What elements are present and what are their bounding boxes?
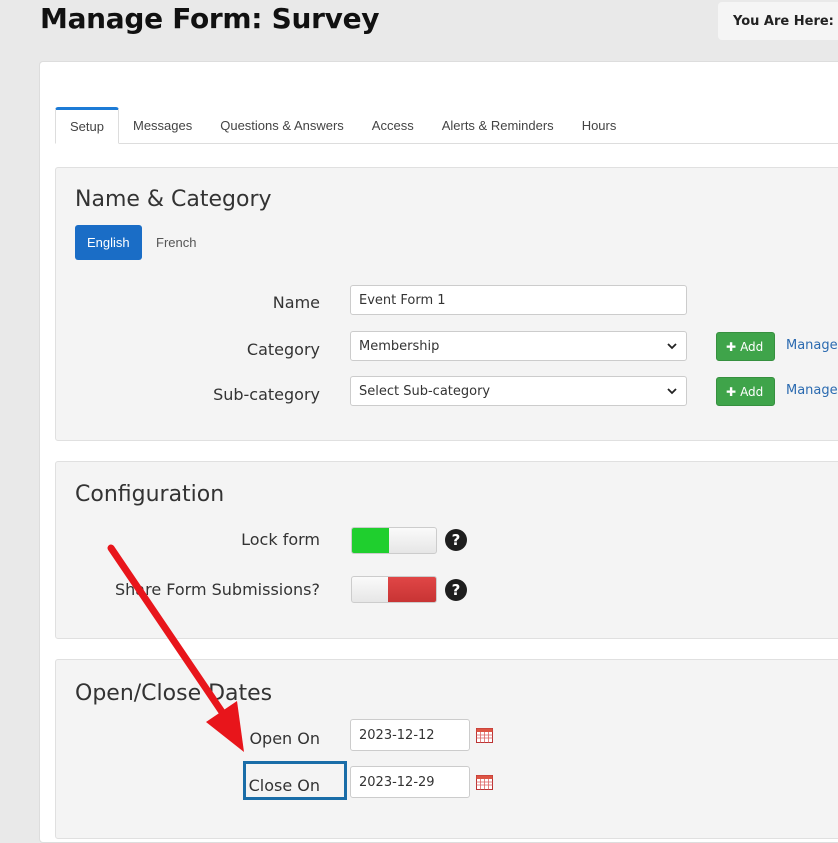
chevron-down-icon — [667, 388, 677, 395]
name-category-title: Name & Category — [75, 187, 272, 212]
calendar-icon[interactable] — [476, 727, 493, 743]
tab-setup[interactable]: Setup — [55, 107, 119, 144]
help-icon[interactable]: ? — [445, 579, 467, 601]
open-on-label: Open On — [249, 729, 320, 748]
manage-category-link[interactable]: Manage — [786, 338, 838, 353]
breadcrumb: You Are Here:/ — [718, 2, 838, 40]
tab-hours[interactable]: Hours — [568, 107, 631, 143]
close-on-label: Close On — [248, 776, 320, 795]
chevron-down-icon — [667, 343, 677, 350]
form-tabs: Setup Messages Questions & Answers Acces… — [55, 106, 838, 144]
subcategory-select-value: Select Sub-category — [359, 384, 491, 399]
help-icon[interactable]: ? — [445, 529, 467, 551]
open-on-date-input[interactable]: 2023-12-12 — [350, 719, 470, 751]
category-label: Category — [246, 340, 320, 359]
tab-access[interactable]: Access — [358, 107, 428, 143]
dates-title: Open/Close Dates — [75, 681, 273, 706]
add-subcategory-label: Add — [740, 385, 764, 399]
page-title: Manage Form: Survey — [40, 2, 380, 35]
close-on-date-input[interactable]: 2023-12-29 — [350, 766, 470, 798]
configuration-panel: Configuration Lock form ? Share Form Sub… — [55, 461, 838, 639]
dates-panel: Open/Close Dates Open On 2023-12-12 Clos… — [55, 659, 838, 839]
add-subcategory-button[interactable]: ✚ Add — [716, 377, 775, 406]
plus-icon: ✚ — [726, 385, 737, 399]
name-label: Name — [272, 293, 320, 312]
toggle-off-indicator — [388, 577, 436, 602]
share-submissions-toggle[interactable] — [351, 576, 437, 603]
share-submissions-label: Share Form Submissions? — [114, 580, 320, 599]
manage-subcategory-link[interactable]: Manage — [786, 383, 838, 398]
language-french-button[interactable]: French — [144, 225, 208, 260]
tab-messages[interactable]: Messages — [119, 107, 206, 143]
breadcrumb-label: You Are Here: — [733, 14, 834, 29]
category-select[interactable]: Membership — [350, 331, 687, 361]
tab-alerts-reminders[interactable]: Alerts & Reminders — [428, 107, 568, 143]
svg-text:?: ? — [452, 531, 461, 549]
category-select-value: Membership — [359, 339, 440, 354]
configuration-title: Configuration — [75, 482, 225, 507]
add-category-label: Add — [740, 340, 764, 354]
tab-questions-answers[interactable]: Questions & Answers — [206, 107, 358, 143]
subcategory-select[interactable]: Select Sub-category — [350, 376, 687, 406]
language-english-button[interactable]: English — [75, 225, 142, 260]
plus-icon: ✚ — [726, 340, 737, 354]
subcategory-label: Sub-category — [213, 385, 320, 404]
name-category-panel: Name & Category English French Name Even… — [55, 167, 838, 441]
calendar-icon[interactable] — [476, 774, 493, 790]
lock-form-label: Lock form — [241, 530, 320, 549]
toggle-on-indicator — [352, 528, 389, 553]
add-category-button[interactable]: ✚ Add — [716, 332, 775, 361]
lock-form-toggle[interactable] — [351, 527, 437, 554]
name-input[interactable]: Event Form 1 — [350, 285, 687, 315]
svg-text:?: ? — [452, 581, 461, 599]
